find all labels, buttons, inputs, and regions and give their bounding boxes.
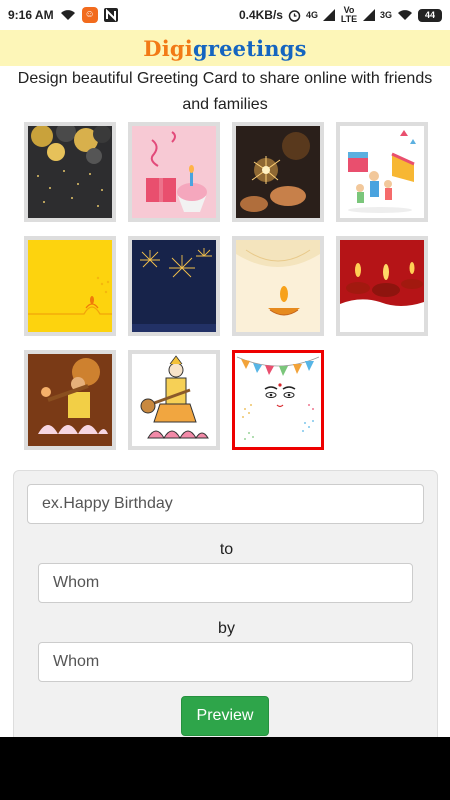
volte-badge: Vo LTE — [340, 5, 358, 24]
status-bar: 9:16 AM ☺ 0.4KB/s 4G Vo LTE 3G 44 — [0, 0, 450, 30]
fireworks-image — [132, 240, 216, 332]
preview-button[interactable]: Preview — [181, 696, 269, 736]
n-app-icon — [103, 8, 118, 22]
balloons-image — [28, 126, 112, 218]
sparklers-image — [236, 126, 320, 218]
tagline: Design beautiful Greeting Card to share … — [17, 70, 433, 113]
yellow-diya-image — [28, 240, 112, 332]
red-diyas-image — [340, 240, 424, 332]
signal-icon-2 — [362, 9, 375, 21]
notification-app-icon: ☺ — [81, 7, 98, 23]
system-nav-bar — [0, 737, 450, 800]
card-thumb-sparklers[interactable] — [232, 122, 324, 222]
card-thumb-fireworks[interactable] — [128, 236, 220, 336]
card-thumb-birthday-party[interactable] — [336, 122, 428, 222]
by-label: by — [218, 620, 235, 637]
network-speed: 0.4KB/s — [238, 8, 283, 22]
cupcake-image — [132, 126, 216, 218]
saraswati-image — [28, 354, 112, 446]
card-thumb-durga-bunting[interactable] — [232, 350, 324, 450]
network-type-1: 4G — [305, 9, 318, 20]
wifi-icon-2 — [398, 10, 412, 20]
birthday-party-image — [340, 126, 424, 218]
network-type-2: 3G — [379, 9, 392, 20]
card-thumb-saraswati[interactable] — [24, 350, 116, 450]
brand-logo-part2: greetings — [192, 35, 307, 61]
card-thumb-balloons[interactable] — [24, 122, 116, 222]
signal-icon-1 — [322, 9, 335, 21]
brand-logo-part1: Digi — [143, 35, 193, 61]
app-screen: 9:16 AM ☺ 0.4KB/s 4G Vo LTE 3G 44 Digi gr… — [0, 0, 450, 800]
greeting-form: ex.Happy Birthday to Whom by Whom Previe… — [13, 470, 438, 770]
card-thumb-cream-diya[interactable] — [232, 236, 324, 336]
sender-input[interactable]: Whom — [38, 642, 413, 682]
card-thumb-saraswati-sketch[interactable] — [128, 350, 220, 450]
alarm-icon — [288, 9, 301, 22]
app-header: Digi greetings — [0, 30, 450, 66]
card-thumb-yellow-diya[interactable] — [24, 236, 116, 336]
recipient-input[interactable]: Whom — [38, 563, 413, 603]
card-thumb-red-diyas[interactable] — [336, 236, 428, 336]
card-thumb-cupcake[interactable] — [128, 122, 220, 222]
saraswati-sketch-image — [132, 354, 216, 446]
durga-bunting-image — [235, 353, 321, 447]
clock: 9:16 AM — [8, 8, 54, 22]
wifi-icon — [60, 10, 75, 20]
battery-icon: 44 — [418, 8, 442, 22]
cream-diya-image — [236, 240, 320, 332]
greeting-text-input[interactable]: ex.Happy Birthday — [27, 484, 424, 524]
to-label: to — [219, 541, 234, 558]
